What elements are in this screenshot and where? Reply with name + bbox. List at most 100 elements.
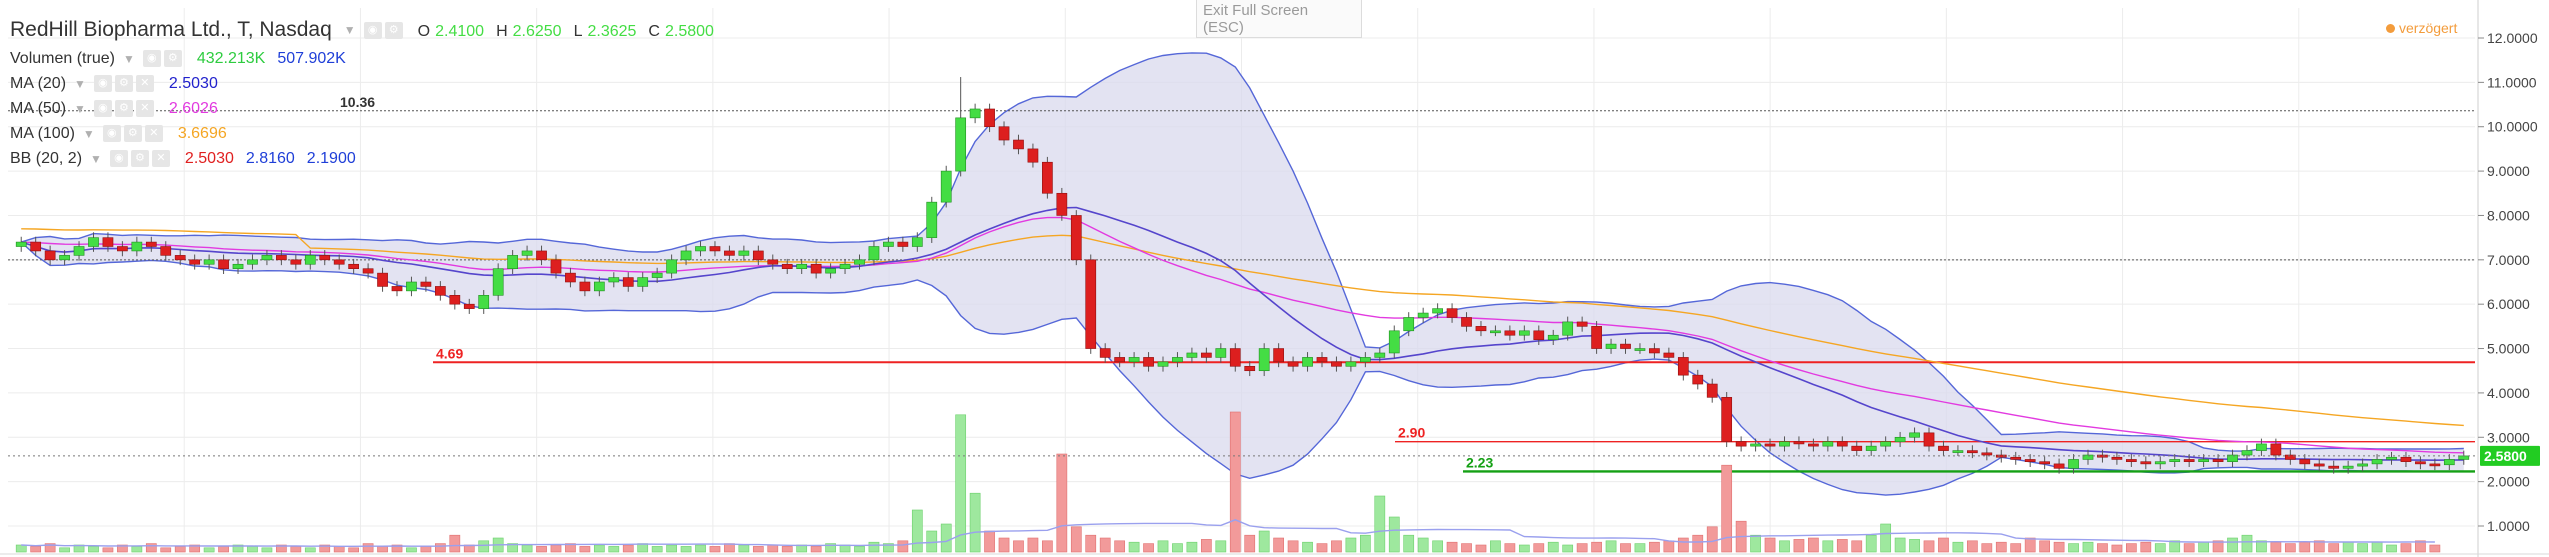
candle-body — [2443, 459, 2455, 466]
eye-icon[interactable]: ◉ — [93, 75, 112, 92]
candle-body — [2169, 459, 2181, 462]
volume-bar — [1273, 537, 1284, 553]
candle-body — [1302, 357, 1313, 367]
chevron-down-icon[interactable]: ▼ — [344, 23, 356, 37]
close-icon[interactable]: ✕ — [144, 125, 163, 142]
volume-bar — [1128, 541, 1140, 553]
volume-bar — [969, 492, 981, 553]
candle-body — [2183, 459, 2195, 462]
candle-body — [420, 281, 432, 287]
candle-body — [1027, 148, 1039, 163]
candle-body — [680, 250, 692, 261]
volume-bar — [1490, 540, 1501, 553]
candle-body — [1273, 348, 1284, 363]
candle-body — [1793, 441, 1805, 445]
volume-bar — [1345, 537, 1357, 553]
candle-body — [102, 237, 114, 247]
chevron-down-icon[interactable]: ▼ — [90, 152, 102, 166]
chevron-down-icon[interactable]: ▼ — [83, 127, 95, 141]
chevron-down-icon[interactable]: ▼ — [74, 102, 86, 116]
candle-body — [189, 259, 201, 265]
candle-body — [1865, 445, 1877, 451]
y-axis-tick-label: 8.0000 — [2487, 207, 2530, 223]
candle-body — [1432, 308, 1443, 314]
candle-body — [2024, 459, 2036, 462]
candle-body — [2299, 459, 2311, 465]
candle-body — [88, 237, 99, 247]
eye-icon[interactable]: ◉ — [363, 21, 382, 39]
candle-body — [30, 241, 42, 252]
eye-icon[interactable]: ◉ — [142, 50, 161, 67]
candle-body — [1013, 139, 1024, 150]
candle-body — [810, 263, 822, 274]
candle-body — [911, 237, 923, 247]
indicator-row[interactable]: MA (50) ▼ ◉ ⚙ ✕ 2.6026 — [10, 96, 714, 121]
volume-bar — [1938, 537, 1949, 553]
candle-body — [738, 250, 750, 256]
indicator-name: MA (20) — [10, 74, 67, 92]
candle-body — [1894, 436, 1906, 443]
y-axis-tick-label: 2.0000 — [2487, 474, 2530, 490]
indicator-row[interactable]: MA (20) ▼ ◉ ⚙ ✕ 2.5030 — [10, 71, 714, 96]
volume-bar — [1403, 534, 1415, 553]
candle-body — [1562, 321, 1574, 336]
settings-icon[interactable]: ⚙ — [163, 50, 182, 67]
settings-icon[interactable]: ⚙ — [123, 125, 142, 142]
candle-body — [1244, 365, 1256, 372]
volume-bar — [1909, 539, 1920, 553]
candle-body — [333, 259, 345, 265]
candle-body — [435, 286, 446, 296]
settings-icon[interactable]: ⚙ — [130, 150, 149, 167]
candle-body — [391, 286, 403, 292]
volume-bar — [1215, 540, 1227, 553]
candle-body — [131, 241, 143, 252]
eye-icon[interactable]: ◉ — [109, 150, 128, 167]
volume-bar — [377, 546, 388, 553]
candle-body — [2357, 463, 2368, 467]
candle-body — [767, 259, 779, 265]
volume-bar — [1316, 543, 1328, 553]
candle-body — [2270, 443, 2282, 456]
candle-body — [666, 259, 677, 274]
eye-icon[interactable]: ◉ — [93, 100, 112, 117]
symbol-title[interactable]: RedHill Biopharma Ltd., T, Nasdaq — [10, 18, 332, 42]
settings-icon[interactable]: ⚙ — [384, 21, 403, 39]
candle-body — [1591, 326, 1602, 349]
candle-body — [593, 281, 605, 292]
volume-bar — [1229, 411, 1241, 553]
close-icon[interactable]: ✕ — [151, 150, 170, 167]
close-icon[interactable]: ✕ — [135, 75, 154, 92]
volume-bar — [1157, 540, 1169, 553]
y-axis-tick-label: 1.0000 — [2487, 518, 2530, 534]
candle-body — [1446, 308, 1458, 318]
volume-bar — [1287, 540, 1299, 553]
volume-bar — [1793, 539, 1805, 553]
settings-icon[interactable]: ⚙ — [114, 75, 133, 92]
settings-icon[interactable]: ⚙ — [114, 100, 133, 117]
volume-bar — [304, 547, 316, 553]
eye-icon[interactable]: ◉ — [102, 125, 121, 142]
volume-bar — [1143, 543, 1154, 553]
price-level-label: 2.90 — [1398, 425, 1425, 441]
volume-bar — [593, 544, 605, 553]
candle-body — [1952, 450, 1964, 453]
candle-body — [117, 246, 128, 252]
volume-bar — [1836, 539, 1848, 553]
volume-bar — [362, 543, 374, 553]
chevron-down-icon[interactable]: ▼ — [74, 77, 86, 91]
delayed-badge: verzögert — [2386, 20, 2457, 36]
candle-body — [926, 201, 938, 238]
candle-body — [521, 250, 533, 256]
volume-bar — [2053, 541, 2065, 553]
volume-bar — [781, 546, 793, 553]
chevron-down-icon[interactable]: ▼ — [123, 52, 135, 66]
indicator-row[interactable]: Volumen (true) ▼ ◉ ⚙ 432.213K 507.902K — [10, 46, 714, 71]
volume-bar — [1591, 541, 1602, 553]
close-icon[interactable]: ✕ — [135, 100, 154, 117]
candle-body — [1518, 330, 1530, 336]
volume-bar — [1880, 523, 1892, 553]
volume-bar — [1952, 541, 1964, 553]
indicator-row[interactable]: MA (100) ▼ ◉ ⚙ ✕ 3.6696 — [10, 121, 714, 146]
exit-fullscreen-button[interactable]: Exit Full Screen (ESC) — [1196, 0, 1362, 38]
indicator-row[interactable]: BB (20, 2) ▼ ◉ ⚙ ✕ 2.5030 2.8160 2.1900 — [10, 146, 714, 171]
